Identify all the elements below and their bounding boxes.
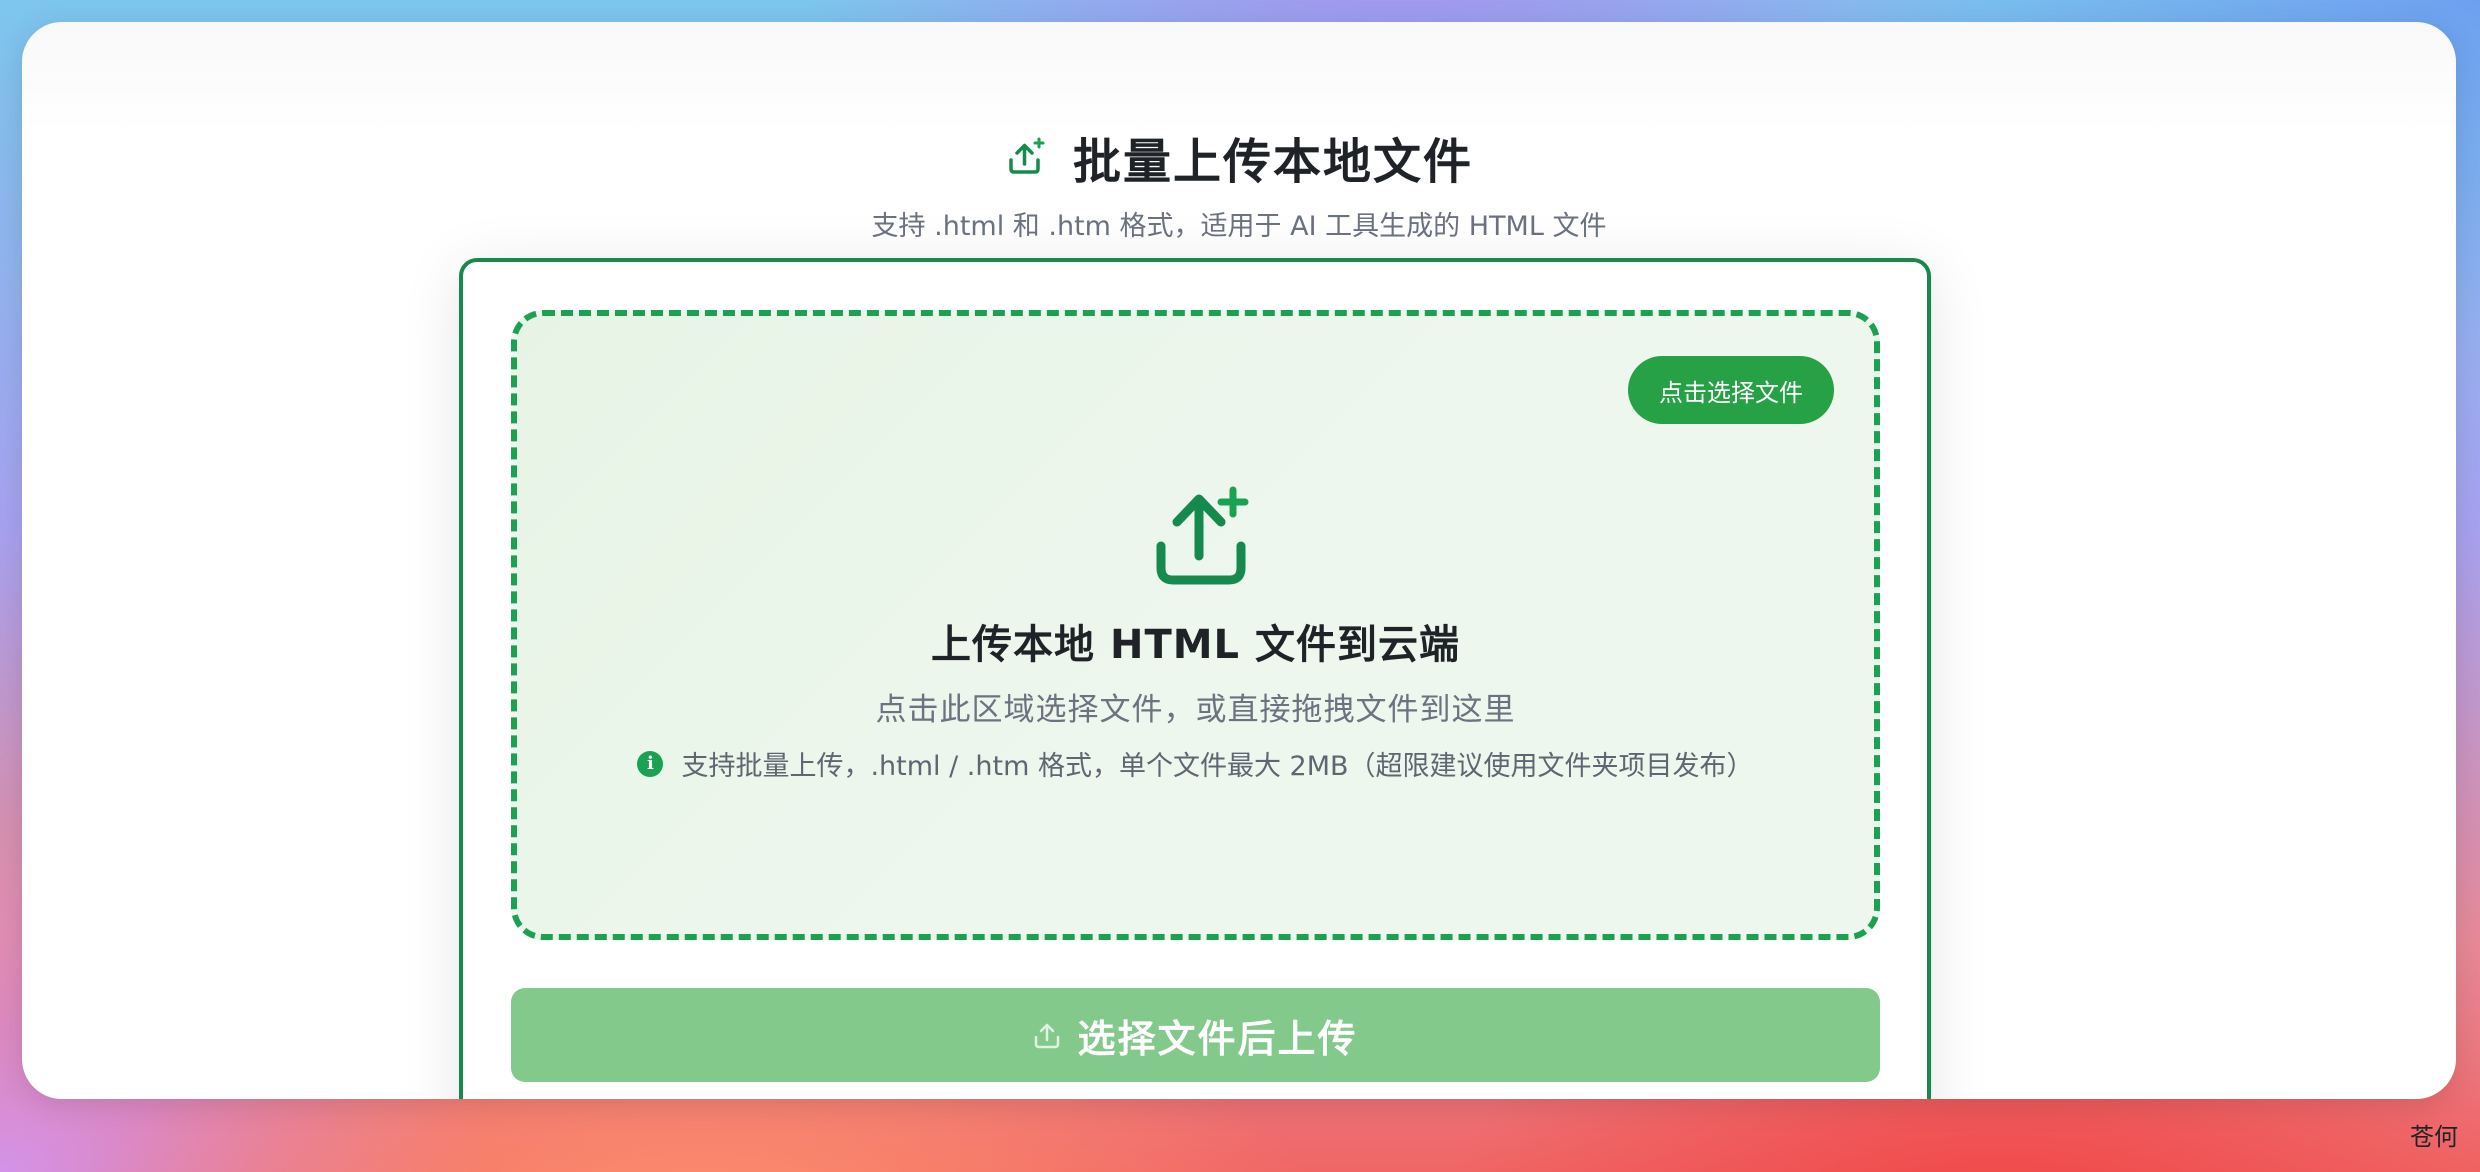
watermark: 苍何 xyxy=(2410,1123,2458,1151)
dropzone-title: 上传本地 HTML 文件到云端 xyxy=(931,622,1460,668)
page-title: 批量上传本地文件 xyxy=(1072,134,1473,190)
upload-icon xyxy=(1035,1023,1060,1049)
dropzone-note-text: 支持批量上传，.html / .htm 格式，单个文件最大 2MB（超限建议使用… xyxy=(681,751,1754,782)
upload-plus-icon xyxy=(1009,137,1045,174)
upload-submit-label: 选择文件后上传 xyxy=(1077,1016,1358,1061)
select-file-button[interactable]: 点击选择文件 xyxy=(1628,356,1834,424)
file-dropzone[interactable]: 点击选择文件 上传本地 HTML 文件到云端 点击此区域选择文件，或直接拖拽文件… xyxy=(511,310,1880,940)
upload-plus-icon xyxy=(1156,486,1249,585)
dropzone-hint: 点击此区域选择文件，或直接拖拽文件到这里 xyxy=(875,692,1516,728)
page-header: 批量上传本地文件 支持 .html 和 .htm 格式，适用于 AI 工具生成的… xyxy=(22,124,2456,243)
info-icon: i xyxy=(637,750,664,777)
page-subtitle: 支持 .html 和 .htm 格式，适用于 AI 工具生成的 HTML 文件 xyxy=(871,211,1607,242)
title-row: 批量上传本地文件 xyxy=(22,124,2456,190)
upload-submit-button[interactable]: 选择文件后上传 xyxy=(511,988,1880,1082)
dropzone-note: i 支持批量上传，.html / .htm 格式，单个文件最大 2MB（超限建议… xyxy=(517,744,1874,783)
app-window: 批量上传本地文件 支持 .html 和 .htm 格式，适用于 AI 工具生成的… xyxy=(22,22,2456,1099)
upload-card: 点击选择文件 上传本地 HTML 文件到云端 点击此区域选择文件，或直接拖拽文件… xyxy=(459,258,1931,1099)
